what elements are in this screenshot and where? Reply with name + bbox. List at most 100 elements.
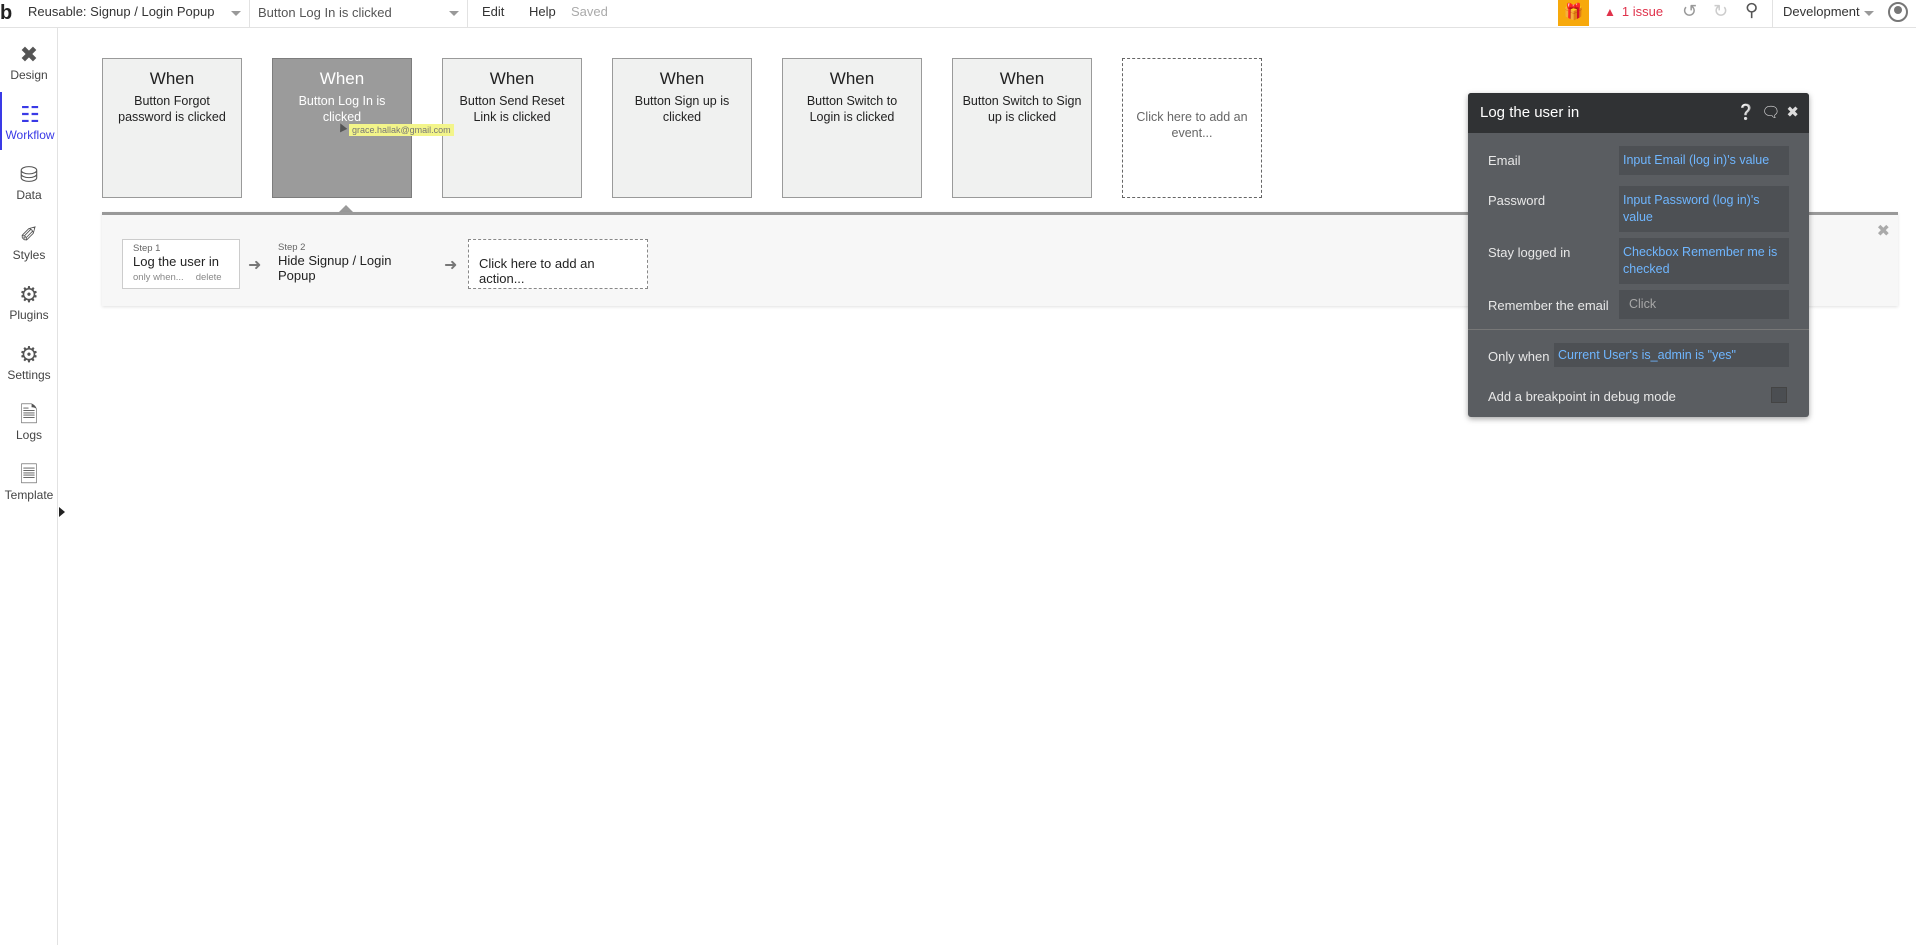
event-label: Button Log In is clicked bbox=[298, 94, 386, 124]
sidebar-item-design[interactable]: ✖ Design bbox=[0, 32, 58, 90]
gear-icon: ⚙ bbox=[19, 342, 39, 367]
chevron-down-icon bbox=[449, 11, 459, 16]
sidebar-item-label: Workflow bbox=[5, 128, 55, 142]
workflow-dropdown-value: Button Log In is clicked bbox=[258, 5, 392, 20]
email-field[interactable]: Input Email (log in)'s value bbox=[1619, 146, 1789, 175]
event-when: When bbox=[829, 69, 875, 88]
event-when: When bbox=[999, 69, 1045, 88]
warning-icon: ▲ bbox=[1604, 5, 1616, 19]
event-card[interactable]: When Button Send Reset Link is clicked bbox=[442, 58, 582, 198]
event-label: Button Switch to Sign up is clicked bbox=[962, 94, 1082, 124]
chevron-down-icon bbox=[231, 11, 241, 16]
add-event-button[interactable]: Click here to add an event... bbox=[1122, 58, 1262, 198]
help-menu[interactable]: Help bbox=[529, 4, 556, 19]
breakpoint-label: Add a breakpoint in debug mode bbox=[1488, 389, 1676, 404]
event-card[interactable]: When Button Sign up is clicked bbox=[612, 58, 752, 198]
stay-logged-in-label: Stay logged in bbox=[1488, 245, 1571, 260]
help-icon[interactable]: ❔ bbox=[1737, 104, 1756, 121]
top-bar: b Reusable: Signup / Login Popup Button … bbox=[0, 0, 1916, 28]
panel-header: Log the user in ❔ 🗨 ✖ bbox=[1468, 93, 1809, 133]
event-when: When bbox=[659, 69, 705, 88]
environment-dropdown[interactable]: Development bbox=[1772, 0, 1880, 28]
step-card[interactable]: Step 2 Hide Signup / Login Popup bbox=[274, 239, 434, 289]
page-dropdown-value: Reusable: Signup / Login Popup bbox=[28, 4, 215, 19]
edit-menu[interactable]: Edit bbox=[482, 4, 504, 19]
page-dropdown[interactable]: Reusable: Signup / Login Popup bbox=[26, 0, 250, 28]
event-when: When bbox=[319, 69, 365, 88]
environment-value: Development bbox=[1783, 4, 1860, 19]
password-field[interactable]: Input Password (log in)'s value bbox=[1619, 186, 1789, 232]
event-label: Button Sign up is clicked bbox=[634, 94, 730, 124]
design-icon: ✖ bbox=[19, 42, 39, 67]
bubble-logo[interactable]: b bbox=[0, 2, 22, 25]
sidebar-item-label: Logs bbox=[15, 428, 43, 442]
workflow-dropdown[interactable]: Button Log In is clicked bbox=[252, 0, 468, 28]
undo-icon[interactable]: ↺ bbox=[1682, 1, 1697, 22]
close-icon[interactable]: ✖ bbox=[1877, 221, 1890, 241]
issues-indicator[interactable]: ▲ 1 issue bbox=[1604, 4, 1663, 19]
sidebar-item-label: Settings bbox=[7, 368, 51, 382]
only-when-link[interactable]: only when... bbox=[133, 272, 184, 283]
add-event-label: Click here to add an event... bbox=[1136, 110, 1248, 140]
document-icon: 🗎 bbox=[20, 402, 38, 427]
delete-link[interactable]: delete bbox=[196, 272, 222, 283]
event-when: When bbox=[489, 69, 535, 88]
issues-count: 1 issue bbox=[1621, 4, 1664, 19]
action-properties-panel: Log the user in ❔ 🗨 ✖ Email Input Email (l… bbox=[1468, 93, 1809, 417]
panel-title: Log the user in bbox=[1480, 104, 1580, 121]
step-number: Step 2 bbox=[278, 242, 306, 253]
sidebar-item-workflow[interactable]: ☷ Workflow bbox=[0, 92, 58, 150]
expand-sidebar-icon[interactable] bbox=[59, 507, 65, 517]
event-label: Button Send Reset Link is clicked bbox=[459, 94, 565, 124]
event-card[interactable]: When Button Switch to Login is clicked bbox=[782, 58, 922, 198]
close-icon[interactable]: ✖ bbox=[1786, 104, 1799, 121]
sidebar-item-styles[interactable]: ✐ Styles bbox=[0, 212, 58, 270]
sidebar-item-plugins[interactable]: ⚙ Plugins bbox=[0, 272, 58, 330]
arrow-right-icon: ➜ bbox=[444, 257, 458, 274]
sidebar-item-settings[interactable]: ⚙ Settings bbox=[0, 332, 58, 390]
password-label: Password bbox=[1488, 193, 1546, 208]
email-label: Email bbox=[1488, 153, 1521, 168]
comment-icon[interactable]: 🗨 bbox=[1761, 104, 1780, 121]
event-label: Button Switch to Login is clicked bbox=[806, 94, 898, 124]
add-action-button[interactable]: Click here to add an action... bbox=[468, 239, 648, 289]
sidebar-item-label: Styles bbox=[12, 248, 46, 262]
sidebar-item-label: Data bbox=[16, 188, 42, 202]
sidebar-item-label: Plugins bbox=[9, 308, 49, 322]
only-when-field[interactable]: Current User's is_admin is "yes" bbox=[1554, 343, 1789, 367]
redo-icon[interactable]: ↻ bbox=[1713, 1, 1728, 22]
event-card[interactable]: When Button Forgot password is clicked bbox=[102, 58, 242, 198]
template-icon: 🗏 bbox=[20, 462, 38, 487]
panel-divider bbox=[1468, 329, 1809, 330]
remember-email-label: Remember the email bbox=[1488, 298, 1609, 313]
database-icon: ⛁ bbox=[19, 162, 39, 187]
sidebar-item-logs[interactable]: 🗎 Logs bbox=[0, 392, 58, 450]
cursor-tooltip: grace.hallak@gmail.com bbox=[349, 124, 454, 136]
step-number: Step 1 bbox=[133, 243, 161, 254]
stay-logged-in-field[interactable]: Checkbox Remember me is checked bbox=[1619, 238, 1789, 284]
only-when-label: Only when bbox=[1488, 349, 1550, 364]
brush-icon: ✐ bbox=[19, 222, 39, 247]
search-icon[interactable]: ⚲ bbox=[1745, 0, 1758, 21]
plug-icon: ⚙ bbox=[19, 282, 39, 307]
sidebar-item-data[interactable]: ⛁ Data bbox=[0, 152, 58, 210]
event-card[interactable]: When Button Switch to Sign up is clicked bbox=[952, 58, 1092, 198]
saved-status: Saved bbox=[571, 4, 608, 19]
workflow-icon: ☷ bbox=[20, 102, 40, 127]
user-account-icon[interactable] bbox=[1888, 2, 1908, 22]
chevron-down-icon bbox=[1864, 11, 1874, 16]
gift-icon[interactable]: 🎁 bbox=[1558, 0, 1589, 26]
panel-header-icons: ❔ 🗨 ✖ bbox=[1731, 103, 1799, 121]
arrow-right-icon: ➜ bbox=[248, 257, 262, 274]
sidebar: ✖ Design ☷ Workflow ⛁ Data ✐ Styles ⚙ Pl… bbox=[0, 28, 58, 945]
step-card[interactable]: Step 1 Log the user in only when... delet… bbox=[122, 239, 240, 289]
sidebar-item-template[interactable]: 🗏 Template bbox=[0, 452, 58, 510]
sidebar-item-label: Template bbox=[4, 488, 54, 502]
step-meta: only when... delete bbox=[133, 272, 229, 283]
event-when: When bbox=[149, 69, 195, 88]
step-name: Hide Signup / Login Popup bbox=[278, 253, 392, 283]
remember-email-field[interactable]: Click bbox=[1619, 290, 1789, 319]
breakpoint-checkbox[interactable] bbox=[1771, 387, 1787, 403]
step-name: Log the user in bbox=[133, 254, 220, 269]
event-label: Button Forgot password is clicked bbox=[118, 94, 226, 124]
